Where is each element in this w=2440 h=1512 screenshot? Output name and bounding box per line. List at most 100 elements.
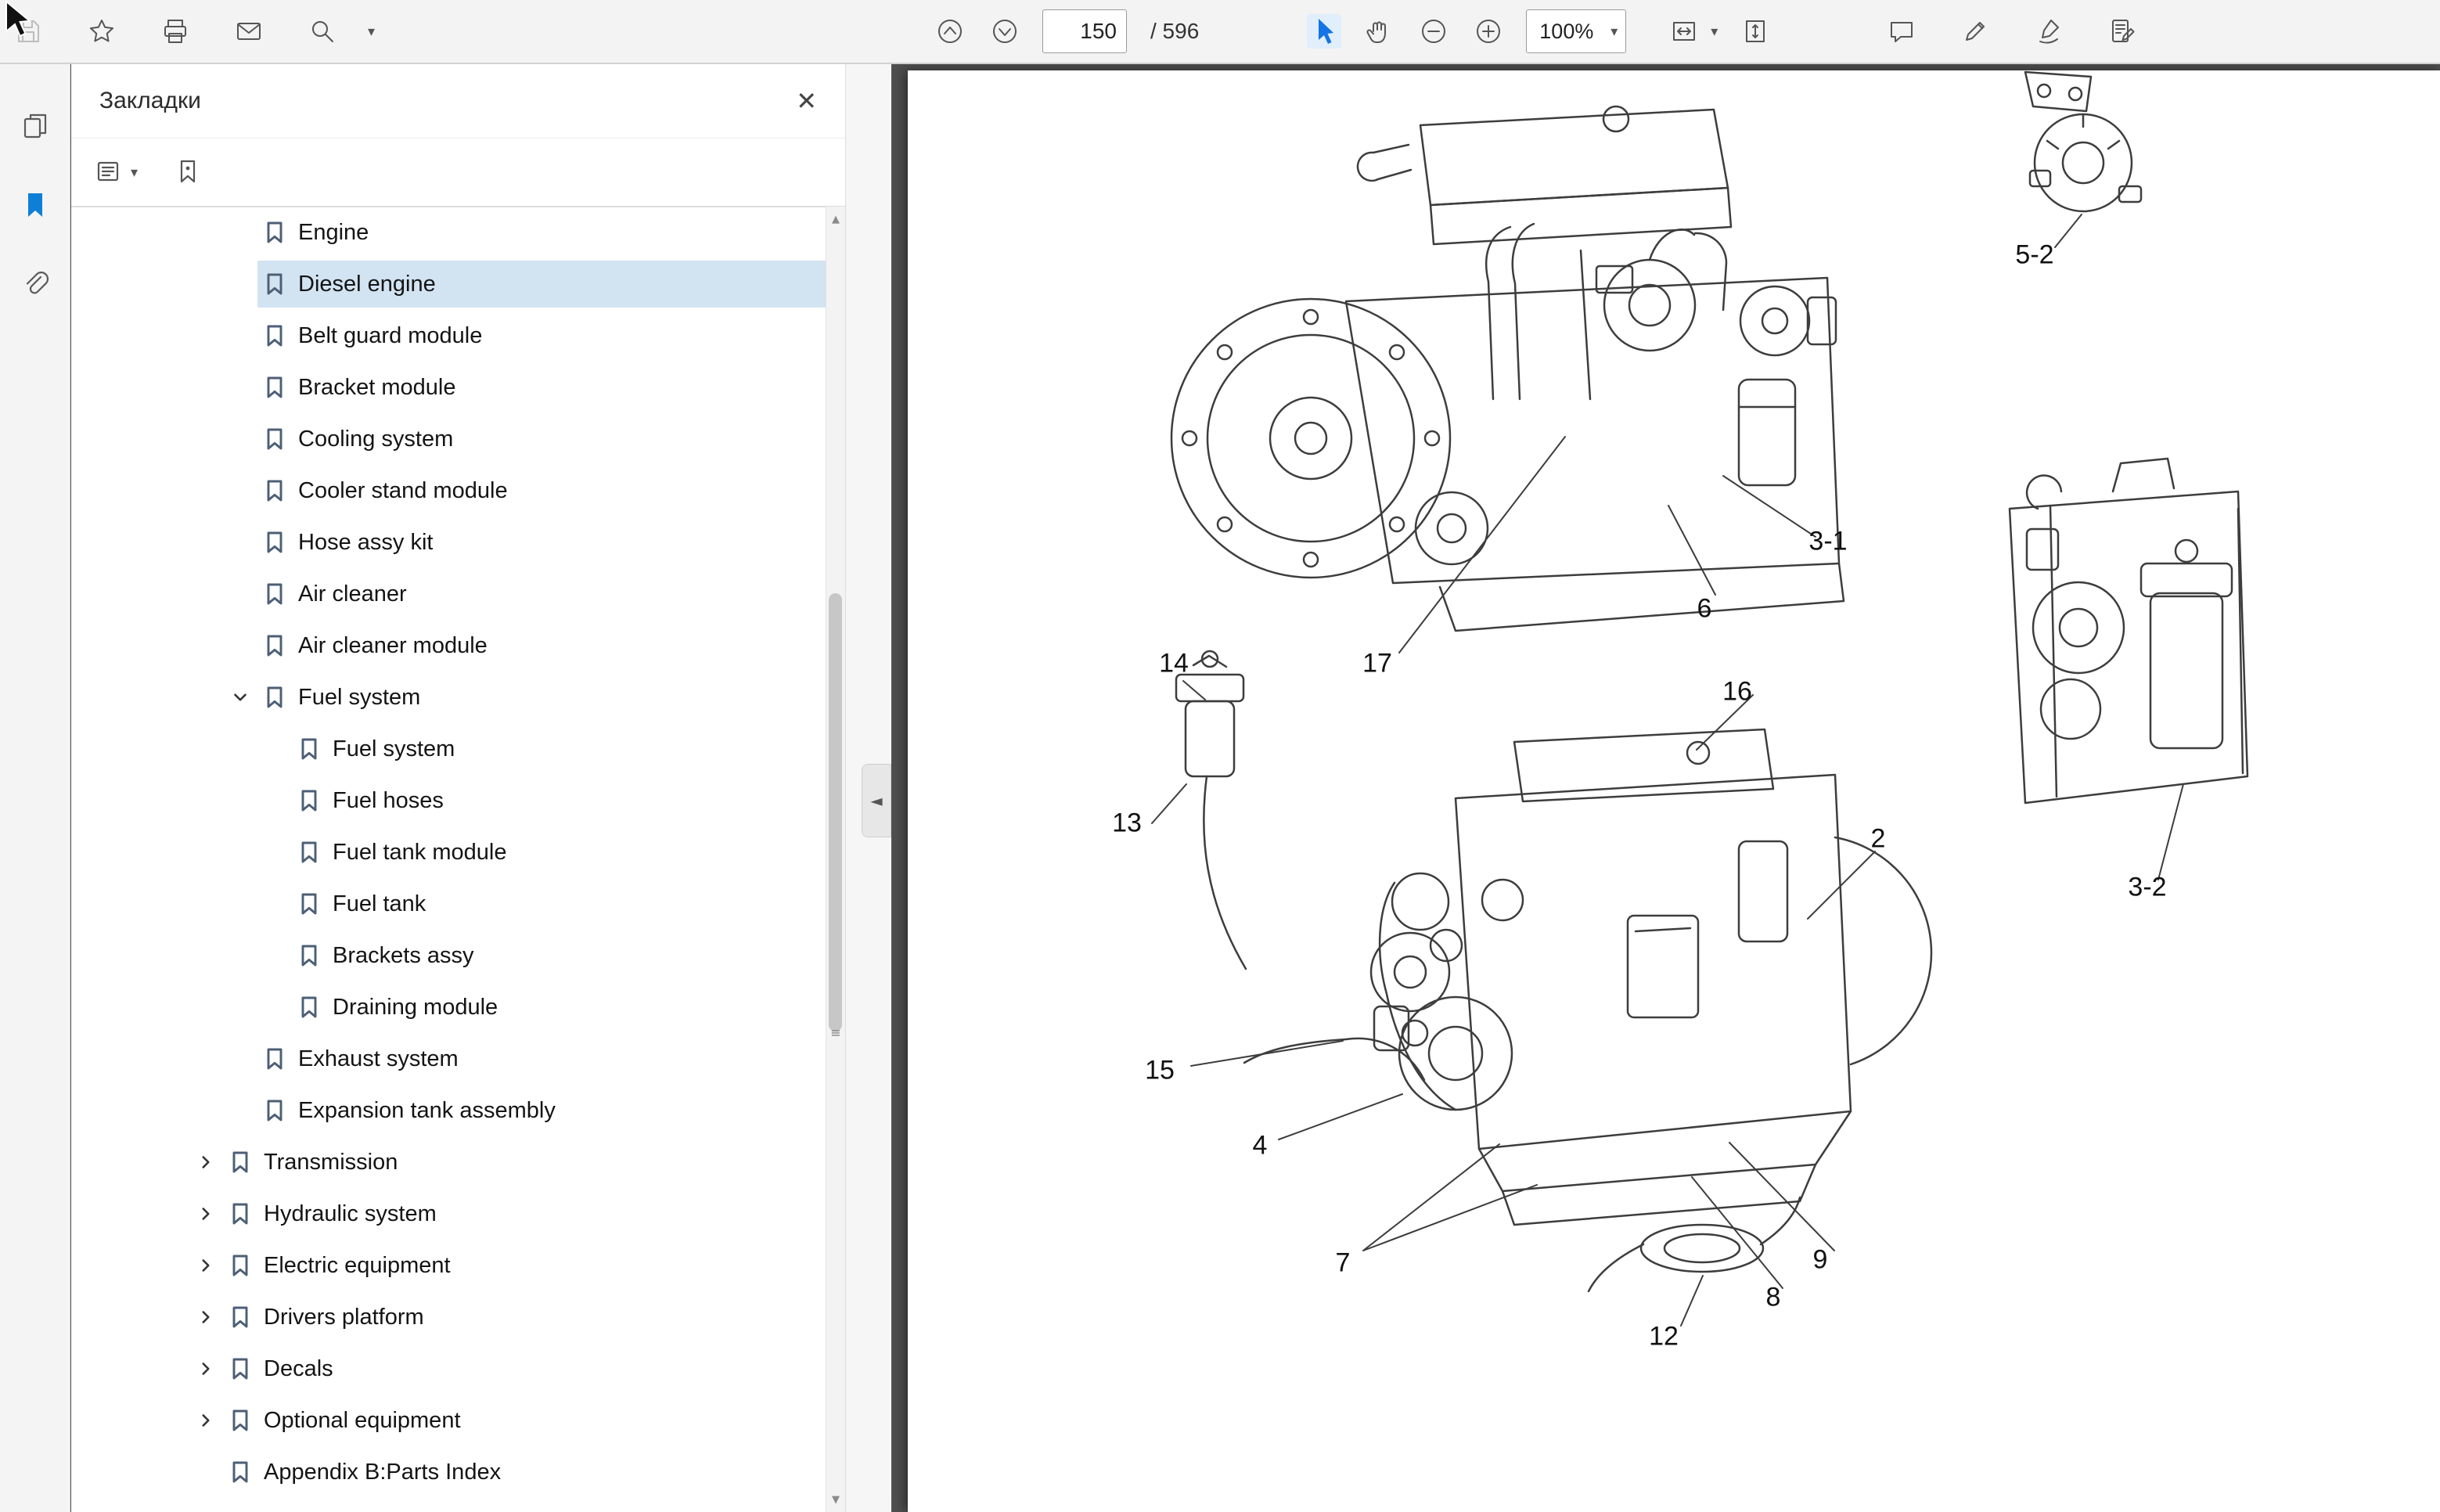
chevron-spacer — [223, 422, 257, 456]
fuel-filter-drawing — [1176, 651, 1246, 969]
chevron-right-icon — [196, 1255, 216, 1276]
bookmark-item-hydraulic-system[interactable]: Hydraulic system — [71, 1188, 826, 1240]
bookmark-item-optional-equipment[interactable]: Optional equipment — [71, 1395, 826, 1446]
comment-button[interactable] — [1884, 14, 1919, 49]
bookmark-item-fuel-tank-module[interactable]: Fuel tank module — [71, 826, 826, 878]
expand-bookmark-button[interactable] — [189, 1403, 223, 1438]
expand-bookmark-button[interactable] — [189, 1145, 223, 1179]
chevron-spacer — [257, 835, 292, 869]
collapse-bookmark-button[interactable] — [223, 680, 257, 715]
bookmark-item-cooling-system[interactable]: Cooling system — [71, 413, 826, 465]
page-thumbnails-icon — [19, 109, 52, 142]
bookmark-item-decals[interactable]: Decals — [71, 1343, 826, 1395]
fit-width-button[interactable] — [1667, 14, 1701, 49]
locate-bookmark-icon — [172, 157, 203, 188]
bookmarks-tree: Engine Diesel engine Belt guard module B… — [71, 207, 826, 1512]
bookmark-item-fuel-system[interactable]: Fuel system — [71, 671, 826, 723]
part-callout: 3-1 — [1808, 527, 1847, 557]
chevron-right-icon — [196, 1410, 216, 1431]
pencil-button[interactable] — [1958, 14, 1992, 49]
bookmark-item-brackets-assy[interactable]: Brackets assy — [71, 930, 826, 981]
bookmarks-tab-button[interactable] — [16, 186, 54, 224]
attachments-button[interactable] — [16, 266, 54, 304]
page-up-icon — [935, 16, 965, 46]
bookmark-item-diesel-engine[interactable]: Diesel engine — [71, 258, 826, 310]
next-page-button[interactable] — [988, 14, 1022, 49]
bookmark-icon — [297, 788, 322, 813]
comment-icon — [1887, 16, 1916, 46]
pdf-page[interactable]: 5-2 3-1 6 17 14 16 13 2 3-2 15 4 7 9 8 1… — [908, 70, 2440, 1512]
zoom-level-select[interactable]: 100% ▾ — [1526, 9, 1626, 53]
bookmark-item-appendix-b-parts-index[interactable]: Appendix B:Parts Index — [71, 1446, 826, 1498]
engine-right-drawing — [2010, 459, 2247, 803]
part-callout: 8 — [1766, 1283, 1781, 1313]
bookmark-item-fuel-tank[interactable]: Fuel tank — [71, 878, 826, 930]
bookmark-icon — [262, 478, 287, 503]
fit-page-button[interactable] — [1738, 14, 1772, 49]
bookmark-item-expansion-tank-assembly[interactable]: Expansion tank assembly — [71, 1085, 826, 1136]
panel-splitter[interactable]: ◄ — [845, 64, 891, 1512]
expand-bookmark-button[interactable] — [189, 1300, 223, 1334]
bookmark-item-exhaust-system[interactable]: Exhaust system — [71, 1033, 826, 1085]
fit-page-icon — [1740, 16, 1770, 46]
scrollbar-grip-icon: ≡ — [826, 1025, 845, 1040]
stamp-button[interactable] — [2105, 14, 2139, 49]
scrollbar-thumb[interactable] — [829, 593, 842, 1031]
part-callout: 9 — [1813, 1245, 1828, 1276]
bookmark-item-fuel-hoses[interactable]: Fuel hoses — [71, 775, 826, 826]
fit-width-caret-icon[interactable]: ▾ — [1711, 23, 1718, 40]
search-caret-icon[interactable]: ▾ — [368, 23, 375, 40]
page-number-input[interactable] — [1042, 9, 1127, 53]
email-icon — [234, 16, 264, 46]
page-thumbnails-button[interactable] — [16, 106, 54, 144]
bookmark-item-drivers-platform[interactable]: Drivers platform — [71, 1291, 826, 1343]
chevron-right-icon — [196, 1359, 216, 1379]
collapse-panel-button[interactable]: ◄ — [862, 764, 891, 837]
bookmarks-scrollbar[interactable]: ▲ ≡ ▼ — [826, 207, 845, 1512]
select-tool-button[interactable] — [1307, 14, 1341, 49]
bookmark-item-engine[interactable]: Engine — [71, 207, 826, 258]
bookmark-item-bracket-module[interactable]: Bracket module — [71, 362, 826, 413]
bookmark-item-transmission[interactable]: Transmission — [71, 1136, 826, 1188]
zoom-level-value: 100% — [1539, 20, 1593, 44]
zoom-out-button[interactable] — [1416, 14, 1451, 49]
zoom-in-button[interactable] — [1471, 14, 1506, 49]
document-view: 5-2 3-1 6 17 14 16 13 2 3-2 15 4 7 9 8 1… — [891, 64, 2440, 1512]
search-button[interactable] — [305, 14, 340, 49]
email-button[interactable] — [232, 14, 266, 49]
print-button[interactable] — [158, 14, 193, 49]
chevron-spacer — [223, 577, 257, 611]
bookmark-icon — [228, 1305, 253, 1330]
chevron-spacer — [189, 1455, 223, 1489]
part-callout: 16 — [1722, 677, 1752, 707]
expand-bookmark-button[interactable] — [189, 1352, 223, 1386]
fill-sign-button[interactable] — [2032, 14, 2066, 49]
bookmark-icon — [262, 1046, 287, 1071]
bookmark-item-hose-assy-kit[interactable]: Hose assy kit — [71, 517, 826, 568]
bookmark-item-air-cleaner[interactable]: Air cleaner — [71, 568, 826, 620]
scroll-down-icon[interactable]: ▼ — [826, 1489, 845, 1510]
bookmark-item-cooler-stand-module[interactable]: Cooler stand module — [71, 465, 826, 517]
previous-page-button[interactable] — [933, 14, 967, 49]
bookmark-item-air-cleaner-module[interactable]: Air cleaner module — [71, 620, 826, 671]
bookmark-options-button[interactable]: ▾ — [95, 157, 138, 188]
paperclip-icon — [19, 268, 52, 301]
bookmark-item-fuel-system-child[interactable]: Fuel system — [71, 723, 826, 775]
part-callout: 5-2 — [2015, 240, 2053, 271]
bookmark-icon — [228, 1150, 253, 1175]
locate-current-bookmark-button[interactable] — [172, 157, 203, 188]
chevron-spacer — [257, 990, 292, 1024]
scroll-up-icon[interactable]: ▲ — [826, 208, 845, 230]
hand-tool-button[interactable] — [1362, 14, 1396, 49]
part-callout: 3-2 — [2128, 873, 2166, 903]
close-panel-button[interactable]: ✕ — [796, 88, 817, 113]
bookmark-icon — [297, 840, 322, 865]
page-total-label: / 596 — [1150, 19, 1199, 44]
bookmark-item-belt-guard-module[interactable]: Belt guard module — [71, 310, 826, 362]
bookmark-item-draining-module[interactable]: Draining module — [71, 981, 826, 1033]
expand-bookmark-button[interactable] — [189, 1248, 223, 1283]
bookmark-icon — [228, 1253, 253, 1278]
bookmark-item-electric-equipment[interactable]: Electric equipment — [71, 1240, 826, 1291]
star-button[interactable] — [85, 14, 119, 49]
expand-bookmark-button[interactable] — [189, 1197, 223, 1231]
